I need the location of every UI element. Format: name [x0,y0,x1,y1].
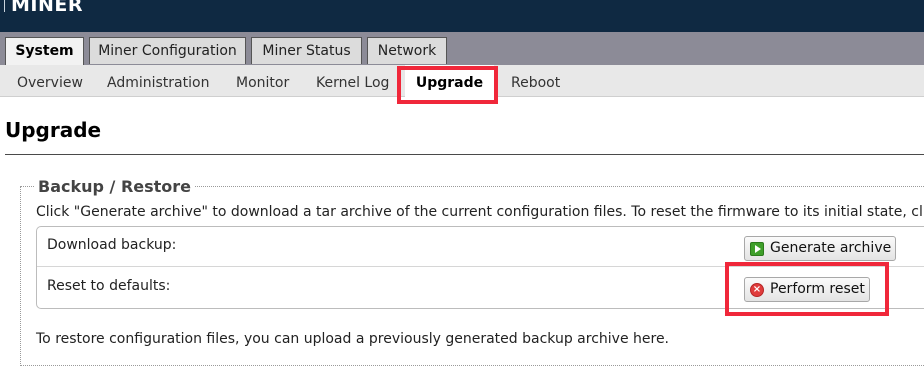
subtab-reboot[interactable]: Reboot [511,65,560,97]
tab-miner-status[interactable]: Miner Status [251,37,362,64]
brand-logo: MINER [0,0,83,16]
section-legend: Backup / Restore [35,177,195,197]
restore-description: To restore configuration files, you can … [36,331,670,347]
title-divider [5,154,924,155]
perform-reset-label: Perform reset [770,281,865,297]
brand-separator [4,0,5,12]
main-tabs: System Miner Configuration Miner Status … [0,32,924,65]
subtab-kernel-log[interactable]: Kernel Log [316,65,389,97]
page-title: Upgrade [5,118,102,142]
reset-defaults-label: Reset to defaults: [47,278,171,294]
perform-reset-button[interactable]: × Perform reset [744,277,870,302]
reset-x-icon: × [750,283,764,297]
subtab-monitor[interactable]: Monitor [236,65,289,97]
sub-tabs: Overview Administration Monitor Kernel L… [0,65,924,97]
subtab-overview[interactable]: Overview [17,65,83,97]
tab-network[interactable]: Network [367,37,447,64]
tab-miner-configuration[interactable]: Miner Configuration [89,37,246,64]
section-description: Click "Generate archive" to download a t… [36,204,924,220]
tab-system[interactable]: System [5,37,84,65]
row-divider [37,266,924,267]
generate-archive-button[interactable]: Generate archive [744,236,897,261]
subtab-administration[interactable]: Administration [107,65,209,97]
subtab-upgrade[interactable]: Upgrade [405,65,494,97]
generate-archive-label: Generate archive [770,240,892,256]
top-header: MINER [0,0,924,32]
download-backup-label: Download backup: [47,237,177,253]
brand-name: MINER [11,0,83,16]
play-icon [750,242,764,256]
